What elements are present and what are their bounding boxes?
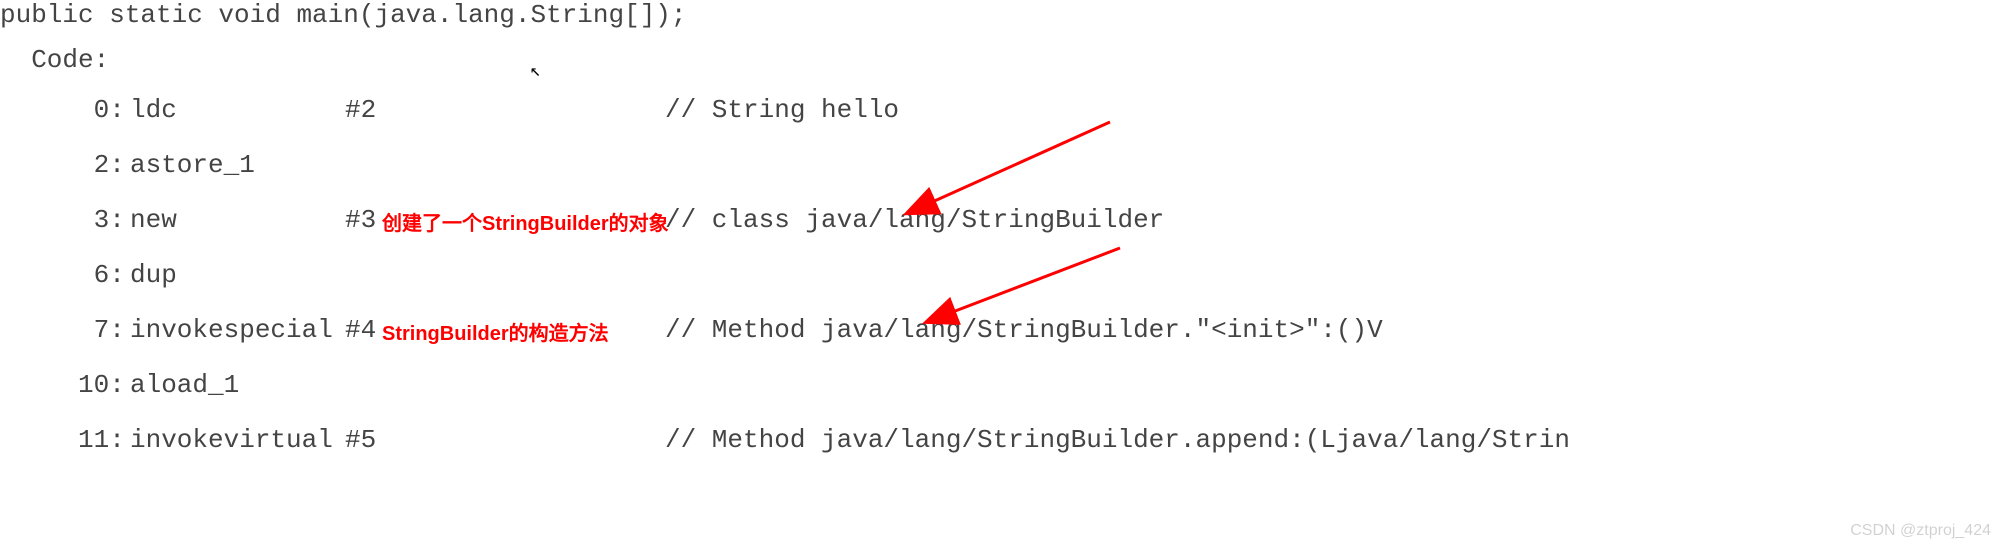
bytecode-ref: #5	[345, 425, 376, 455]
bytecode-ref: #4	[345, 315, 376, 345]
bytecode-offset: 11:	[0, 425, 125, 455]
mouse-cursor-icon: ↖	[530, 60, 541, 82]
bytecode-ref: #2	[345, 95, 376, 125]
bytecode-mnemonic: invokespecial	[130, 315, 333, 345]
bytecode-comment: // Method java/lang/StringBuilder."<init…	[665, 315, 1383, 345]
annotation-line7: StringBuilder的构造方法	[382, 317, 609, 346]
bytecode-mnemonic: aload_1	[130, 370, 239, 400]
bytecode-offset: 6:	[0, 260, 125, 290]
bytecode-offset: 2:	[0, 150, 125, 180]
bytecode-mnemonic: ldc	[130, 95, 177, 125]
bytecode-ref: #3	[345, 205, 376, 235]
annotation-arrow-icon	[0, 0, 1997, 544]
code-label: Code:	[0, 45, 109, 75]
watermark: CSDN @ztproj_424	[1850, 522, 1991, 540]
bytecode-mnemonic: new	[130, 205, 177, 235]
method-signature: public static void main(java.lang.String…	[0, 0, 687, 30]
bytecode-comment: // String hello	[665, 95, 899, 125]
bytecode-mnemonic: invokevirtual	[130, 425, 333, 455]
bytecode-mnemonic: astore_1	[130, 150, 255, 180]
bytecode-offset: 10:	[0, 370, 125, 400]
annotation-line3: 创建了一个StringBuilder的对象	[382, 207, 669, 236]
bytecode-offset: 7:	[0, 315, 125, 345]
bytecode-offset: 3:	[0, 205, 125, 235]
bytecode-mnemonic: dup	[130, 260, 177, 290]
bytecode-comment: // class java/lang/StringBuilder	[665, 205, 1164, 235]
bytecode-comment: // Method java/lang/StringBuilder.append…	[665, 425, 1570, 455]
bytecode-offset: 0:	[0, 95, 125, 125]
